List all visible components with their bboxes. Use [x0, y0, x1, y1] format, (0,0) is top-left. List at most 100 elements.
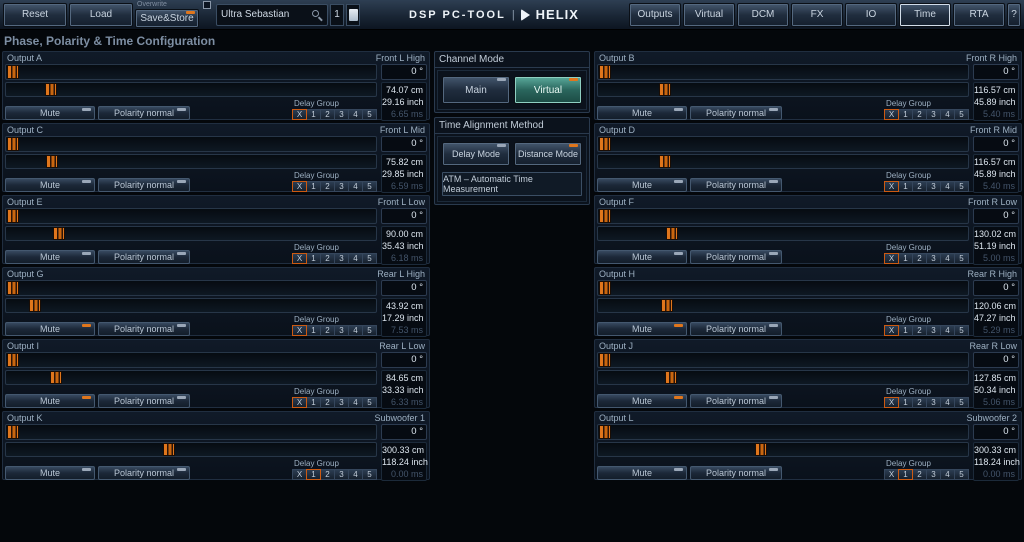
distance-inch-value[interactable]: 33.33 inch [382, 384, 423, 396]
distance-inch-value[interactable]: 45.89 inch [974, 168, 1015, 180]
phase-slider[interactable] [597, 424, 969, 440]
delay-group-cell[interactable]: 5 [362, 109, 377, 120]
distance-slider-handle[interactable] [665, 371, 677, 384]
delay-group-cell[interactable]: 5 [954, 253, 969, 264]
polarity-button[interactable]: Polarity normal [98, 466, 190, 480]
delay-group-cell[interactable]: 3 [926, 325, 941, 336]
distance-cm-value[interactable]: 84.65 cm [382, 372, 423, 384]
distance-inch-value[interactable]: 118.24 inch [382, 456, 423, 468]
phase-value-field[interactable]: 0 ° [973, 280, 1019, 296]
distance-inch-value[interactable]: 50.34 inch [974, 384, 1015, 396]
distance-slider-handle[interactable] [29, 299, 41, 312]
distance-slider[interactable] [597, 298, 969, 313]
delay-group-cell[interactable]: 1 [898, 397, 913, 408]
delay-group-cell[interactable]: 5 [362, 397, 377, 408]
distance-slider-handle[interactable] [666, 227, 678, 240]
phase-value-field[interactable]: 0 ° [973, 136, 1019, 152]
polarity-button[interactable]: Polarity normal [690, 178, 782, 192]
delay-group-cell[interactable]: 4 [940, 181, 955, 192]
delay-group-cell[interactable]: 2 [912, 397, 927, 408]
nav-fx[interactable]: FX [791, 3, 843, 27]
distance-inch-value[interactable]: 17.29 inch [382, 312, 423, 324]
delay-group-cell[interactable]: 4 [348, 181, 363, 192]
mute-button[interactable]: Mute [597, 466, 687, 480]
reset-button[interactable]: Reset [3, 3, 67, 27]
delay-group-cell[interactable]: X [884, 469, 899, 480]
delay-group-cell[interactable]: 5 [954, 325, 969, 336]
delay-group-cell[interactable]: X [884, 181, 899, 192]
distance-slider-handle[interactable] [659, 155, 671, 168]
delay-group-cell[interactable]: 3 [334, 397, 349, 408]
distance-slider[interactable] [597, 442, 969, 457]
delay-group-cell[interactable]: 1 [306, 469, 321, 480]
phase-value-field[interactable]: 0 ° [381, 280, 427, 296]
distance-inch-value[interactable]: 29.16 inch [382, 96, 423, 108]
distance-inch-value[interactable]: 47.27 inch [974, 312, 1015, 324]
phase-slider[interactable] [5, 64, 377, 80]
phase-slider-handle[interactable] [599, 65, 611, 79]
distance-cm-value[interactable]: 127.85 cm [974, 372, 1015, 384]
delay-group-cell[interactable]: 4 [940, 253, 955, 264]
delay-group-cell[interactable]: 2 [912, 325, 927, 336]
delay-group-cell[interactable]: 5 [362, 253, 377, 264]
polarity-button[interactable]: Polarity normal [690, 394, 782, 408]
phase-slider-handle[interactable] [599, 137, 611, 151]
distance-cm-value[interactable]: 120.06 cm [974, 300, 1015, 312]
distance-slider[interactable] [597, 226, 969, 241]
delay-group-cell[interactable]: 3 [926, 397, 941, 408]
mute-button[interactable]: Mute [5, 394, 95, 408]
distance-slider[interactable] [597, 82, 969, 97]
distance-slider-handle[interactable] [659, 83, 671, 96]
distance-slider-handle[interactable] [755, 443, 767, 456]
delay-group-cell[interactable]: 4 [348, 469, 363, 480]
distance-slider-handle[interactable] [661, 299, 673, 312]
delay-group-cell[interactable]: 2 [320, 253, 335, 264]
delay-group-cell[interactable]: 2 [912, 181, 927, 192]
delay-group-cell[interactable]: 1 [306, 109, 321, 120]
mute-button[interactable]: Mute [597, 322, 687, 336]
delay-group-cell[interactable]: X [292, 109, 307, 120]
nav-time[interactable]: Time [899, 3, 951, 27]
polarity-button[interactable]: Polarity normal [98, 106, 190, 120]
phase-slider[interactable] [597, 136, 969, 152]
distance-slider[interactable] [5, 226, 377, 241]
mute-button[interactable]: Mute [597, 106, 687, 120]
phase-slider-handle[interactable] [7, 65, 19, 79]
delay-group-cell[interactable]: 3 [926, 253, 941, 264]
polarity-button[interactable]: Polarity normal [690, 250, 782, 264]
distance-slider[interactable] [5, 154, 377, 169]
distance-slider[interactable] [5, 82, 377, 97]
phase-value-field[interactable]: 0 ° [973, 352, 1019, 368]
distance-slider-handle[interactable] [45, 83, 57, 96]
polarity-button[interactable]: Polarity normal [98, 178, 190, 192]
delay-group-cell[interactable]: 2 [912, 109, 927, 120]
phase-slider[interactable] [5, 424, 377, 440]
phase-slider-handle[interactable] [599, 425, 611, 439]
mute-button[interactable]: Mute [597, 250, 687, 264]
main-mode-button[interactable]: Main [442, 76, 510, 104]
phase-slider[interactable] [597, 208, 969, 224]
delay-group-cell[interactable]: 4 [348, 253, 363, 264]
phase-slider-handle[interactable] [7, 209, 19, 223]
delay-group-cell[interactable]: 3 [926, 181, 941, 192]
phase-value-field[interactable]: 0 ° [973, 64, 1019, 80]
delay-group-cell[interactable]: 3 [926, 109, 941, 120]
search-icon[interactable] [312, 10, 319, 17]
delay-group-cell[interactable]: 5 [954, 109, 969, 120]
nav-dcm[interactable]: DCM [737, 3, 789, 27]
delay-group-cell[interactable]: 1 [898, 469, 913, 480]
phase-slider[interactable] [5, 208, 377, 224]
delay-group-cell[interactable]: X [292, 253, 307, 264]
phase-value-field[interactable]: 0 ° [381, 136, 427, 152]
phase-slider[interactable] [597, 64, 969, 80]
delay-group-cell[interactable]: 2 [320, 397, 335, 408]
distance-cm-value[interactable]: 116.57 cm [974, 156, 1015, 168]
phase-slider-handle[interactable] [7, 281, 19, 295]
delay-group-cell[interactable]: 2 [912, 469, 927, 480]
delay-group-cell[interactable]: X [884, 109, 899, 120]
polarity-button[interactable]: Polarity normal [690, 322, 782, 336]
mute-button[interactable]: Mute [5, 178, 95, 192]
mute-button[interactable]: Mute [5, 322, 95, 336]
phase-slider[interactable] [5, 352, 377, 368]
phase-slider-handle[interactable] [7, 353, 19, 367]
